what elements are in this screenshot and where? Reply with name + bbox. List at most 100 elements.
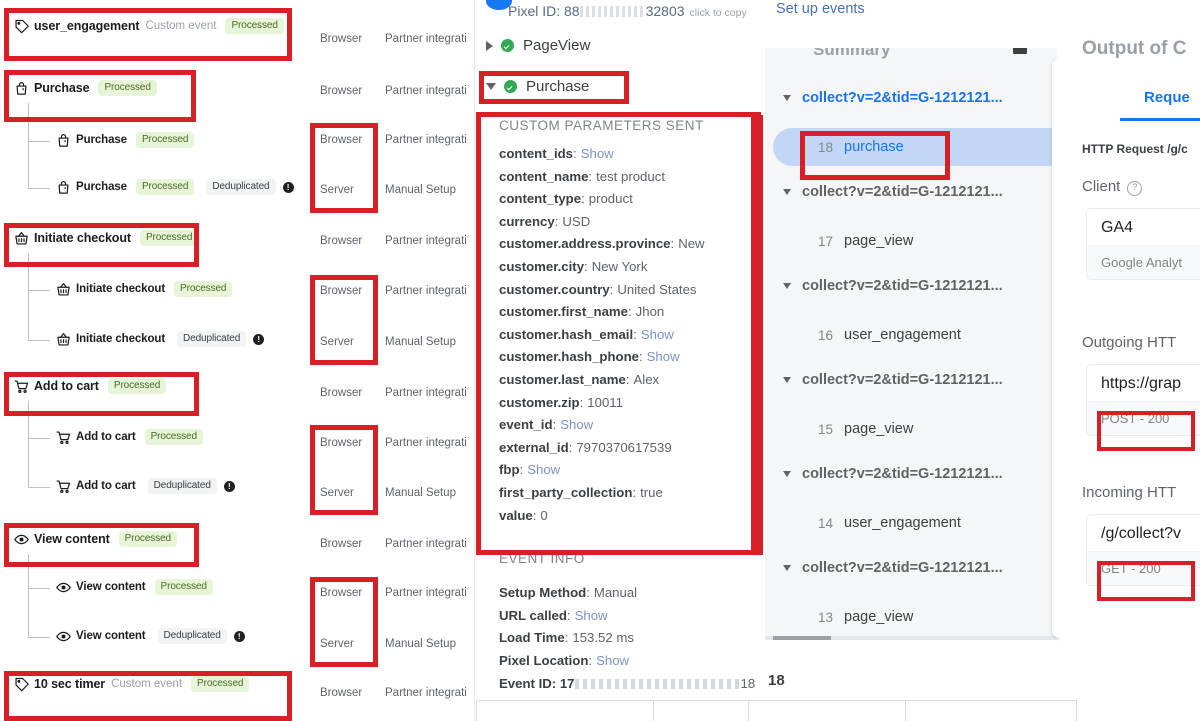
incoming-request-card[interactable]: /g/collect?v GET - 200 — [1086, 514, 1200, 586]
info-icon[interactable]: ! — [223, 480, 235, 492]
ga-hit-name: page_view — [844, 421, 914, 437]
tab-active-underline — [1120, 118, 1200, 121]
status-badge-deduplicated: Deduplicated — [177, 331, 247, 347]
event-row-view-content-child-1[interactable]: View content Processed — [56, 579, 213, 595]
event-row-view-content-child-2[interactable]: View content Deduplicated! — [56, 628, 245, 644]
ga-request-label: collect?v=2&tid=G-1212121... — [802, 560, 1003, 576]
custom-parameter-row[interactable]: customer.hash_email: Show — [499, 324, 674, 347]
sgtm-panel-title: Output of C — [1082, 38, 1187, 59]
event-row-add-to-cart-parent[interactable]: Add to cart Processed — [14, 378, 167, 394]
show-link[interactable]: Show — [641, 327, 674, 342]
chevron-right-icon[interactable] — [486, 40, 493, 51]
event-id-key: Event ID: 17 — [499, 676, 575, 691]
event-info-row[interactable]: Pixel Location: Show — [499, 650, 629, 673]
pixel-id-suffix: 32803 — [645, 3, 685, 19]
show-link[interactable]: Show — [596, 653, 629, 668]
event-type-label: Custom event — [111, 678, 183, 690]
chevron-down-icon[interactable] — [783, 283, 791, 289]
event-row-user_engagement[interactable]: user_engagement Custom event Processed — [14, 18, 284, 34]
custom-parameter-row: external_id: 7970370617539 — [499, 439, 672, 455]
fb-event-name: Purchase — [526, 78, 590, 95]
outgoing-request-card[interactable]: https://grap POST - 200 — [1086, 364, 1200, 436]
custom-parameter-row[interactable]: event_id: Show — [499, 414, 593, 437]
event-row-add-to-cart-child-2[interactable]: Add to cart Deduplicated! — [56, 478, 235, 494]
event-info-row[interactable]: URL called: Show — [499, 605, 608, 628]
show-link[interactable]: Show — [527, 462, 560, 477]
fb-event-pageview[interactable]: PageView — [486, 37, 590, 54]
pixel-id-prefix: Pixel ID: 88 — [508, 3, 580, 19]
chevron-down-icon[interactable] — [486, 83, 496, 90]
ga-scrollbar-thumb[interactable] — [773, 636, 831, 640]
param-key: customer.last_name — [499, 372, 626, 387]
param-key: fbp — [499, 462, 520, 478]
event-row-view-content-parent[interactable]: View content Processed — [14, 531, 178, 547]
ga-hit-row[interactable]: 16 user_engagement — [773, 316, 961, 354]
event-row-add-to-cart-child-1[interactable]: Add to cart Processed — [56, 429, 203, 445]
show-link[interactable]: Show — [581, 146, 614, 161]
event-row-purchase-parent[interactable]: Purchase Processed — [14, 80, 157, 96]
event-name: View content — [34, 532, 110, 546]
outgoing-status: POST - 200 — [1087, 401, 1200, 435]
ga-request-group[interactable]: collect?v=2&tid=G-1212121... — [783, 372, 1003, 388]
custom-parameter-row: customer.country: United States — [499, 281, 697, 297]
event-info-row: Load Time: 153.52 ms — [499, 630, 634, 646]
custom-parameter-row[interactable]: content_ids: Show — [499, 143, 614, 166]
ga-request-label: collect?v=2&tid=G-1212121... — [802, 466, 1003, 482]
ga-request-group[interactable]: collect?v=2&tid=G-1212121... — [783, 278, 1003, 294]
ga4-request-list-panel[interactable]: Summary collect?v=2&tid=G-1212121... 18 pu… — [765, 48, 1057, 640]
event-row-initiate-checkout-child-1[interactable]: Initiate checkout Processed — [56, 281, 233, 297]
custom-parameter-row: content_type: product — [499, 191, 633, 207]
eye-icon — [14, 532, 29, 547]
ga-request-group[interactable]: collect?v=2&tid=G-1212121... — [783, 90, 1003, 106]
bottom-table-tick — [476, 700, 477, 721]
fb-event-purchase[interactable]: Purchase — [486, 78, 589, 95]
custom-parameter-row[interactable]: fbp: Show — [499, 459, 560, 482]
tree-connector — [28, 588, 50, 589]
info-icon[interactable]: ! — [253, 333, 265, 345]
custom-parameter-row[interactable]: customer.hash_phone: Show — [499, 346, 680, 369]
tree-connector — [28, 103, 29, 188]
integration-label: Partner integrati — [385, 285, 467, 297]
chevron-down-icon[interactable] — [783, 377, 791, 383]
status-badge-deduplicated: Deduplicated — [206, 179, 276, 195]
info-icon[interactable]: ! — [282, 181, 294, 193]
ga-hit-row[interactable]: 17 page_view — [773, 222, 913, 260]
event-row-initiate-checkout-child-2[interactable]: Initiate checkout Deduplicated! — [56, 331, 265, 347]
ga-request-group[interactable]: collect?v=2&tid=G-1212121... — [783, 184, 1003, 200]
param-key: customer.zip — [499, 394, 580, 410]
event-row-initiate-checkout-parent[interactable]: Initiate checkout Processed — [14, 230, 199, 246]
ga-request-group[interactable]: collect?v=2&tid=G-1212121... — [783, 560, 1003, 576]
ga-horizontal-scrollbar[interactable] — [765, 636, 1057, 640]
ga-hit-number: 15 — [818, 421, 834, 437]
event-row-purchase-child-1[interactable]: Purchase Processed — [56, 132, 195, 148]
pixel-id-label[interactable]: Pixel ID: 88 32803 click to copy — [508, 3, 747, 19]
param-value: Manual — [593, 585, 638, 600]
event-row-ten-sec-timer[interactable]: 10 sec timer Custom event Processed — [14, 676, 250, 692]
status-badge-processed: Processed — [174, 281, 233, 297]
sgtm-request-panel: Output of C Reque HTTP Request /g/c Clie… — [1060, 0, 1200, 700]
show-link[interactable]: Show — [575, 608, 608, 623]
pixel-header: Pixel ID: 88 32803 click to copy Set up ev… — [476, 0, 865, 30]
chevron-down-icon[interactable] — [783, 471, 791, 477]
client-card[interactable]: GA4 Google Analyt — [1086, 208, 1200, 280]
chevron-down-icon[interactable] — [783, 95, 791, 101]
help-icon[interactable]: ? — [1127, 181, 1143, 196]
integration-label: Manual Setup — [385, 487, 456, 499]
show-link[interactable]: Show — [647, 349, 680, 364]
show-link[interactable]: Show — [560, 417, 593, 432]
ga-hit-row[interactable]: 13 page_view — [773, 598, 913, 636]
chevron-down-icon[interactable] — [783, 565, 791, 571]
set-up-events-link[interactable]: Set up events — [776, 1, 865, 17]
ga-hit-row[interactable]: 14 user_engagement — [773, 504, 961, 542]
ga-hit-row[interactable]: 18 purchase — [773, 128, 1057, 166]
ga-hit-row[interactable]: 15 page_view — [773, 410, 913, 448]
param-value: 7970370617539 — [576, 439, 672, 455]
tag-icon — [14, 19, 29, 34]
info-icon[interactable]: ! — [233, 630, 245, 642]
chevron-down-icon[interactable] — [783, 189, 791, 195]
tab-request[interactable]: Reque — [1144, 89, 1190, 106]
custom-parameters-title: CUSTOM PARAMETERS SENT — [499, 118, 704, 133]
ga-request-group[interactable]: collect?v=2&tid=G-1212121... — [783, 466, 1003, 482]
custom-parameter-row: customer.last_name: Alex — [499, 372, 660, 387]
event-row-purchase-child-2[interactable]: Purchase Processed Deduplicated! — [56, 179, 294, 195]
